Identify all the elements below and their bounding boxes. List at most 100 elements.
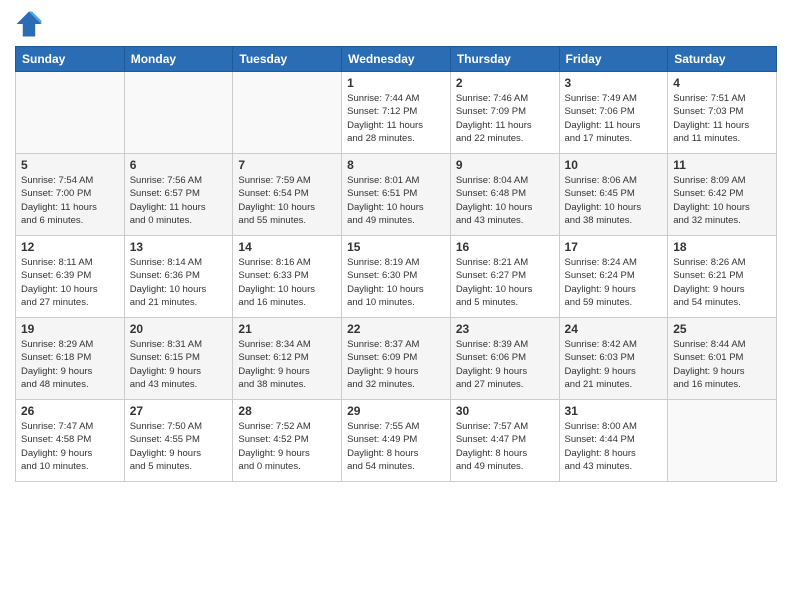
calendar-cell: 22 Sunrise: 8:37 AM Sunset: 6:09 PM Dayli… [342,318,451,400]
day-number: 9 [456,158,554,172]
day-info: Sunrise: 7:49 AM Sunset: 7:06 PM Dayligh… [565,92,663,145]
day-info: Sunrise: 8:04 AM Sunset: 6:48 PM Dayligh… [456,174,554,227]
day-number: 2 [456,76,554,90]
day-info: Sunrise: 8:34 AM Sunset: 6:12 PM Dayligh… [238,338,336,391]
calendar-cell: 3Sunrise: 7:49 AM Sunset: 7:06 PM Daylig… [559,72,668,154]
day-info: Sunrise: 8:26 AM Sunset: 6:21 PM Dayligh… [673,256,771,309]
calendar-cell: 6 Sunrise: 7:56 AM Sunset: 6:57 PM Daylig… [124,154,233,236]
weekday-header-sunday: Sunday [16,47,125,72]
calendar-cell: 11 Sunrise: 8:09 AM Sunset: 6:42 PM Dayli… [668,154,777,236]
day-number: 11 [673,158,771,172]
calendar-cell: 29 Sunrise: 7:55 AM Sunset: 4:49 PM Dayli… [342,400,451,482]
calendar-cell: 28 Sunrise: 7:52 AM Sunset: 4:52 PM Dayli… [233,400,342,482]
calendar-cell: 20 Sunrise: 8:31 AM Sunset: 6:15 PM Dayli… [124,318,233,400]
day-info: Sunrise: 8:09 AM Sunset: 6:42 PM Dayligh… [673,174,771,227]
day-number: 14 [238,240,336,254]
day-number: 15 [347,240,445,254]
calendar-cell: 18 Sunrise: 8:26 AM Sunset: 6:21 PM Dayli… [668,236,777,318]
day-number: 30 [456,404,554,418]
calendar-cell: 1 Sunrise: 7:44 AM Sunset: 7:12 PM Daylig… [342,72,451,154]
calendar-cell: 23 Sunrise: 8:39 AM Sunset: 6:06 PM Dayli… [450,318,559,400]
day-number: 17 [565,240,663,254]
day-number: 10 [565,158,663,172]
day-info: Sunrise: 7:51 AM Sunset: 7:03 PM Dayligh… [673,92,771,145]
day-number: 26 [21,404,119,418]
calendar-cell: 21 Sunrise: 8:34 AM Sunset: 6:12 PM Dayli… [233,318,342,400]
calendar-cell [233,72,342,154]
calendar-cell: 17 Sunrise: 8:24 AM Sunset: 6:24 PM Dayli… [559,236,668,318]
calendar-cell: 26 Sunrise: 7:47 AM Sunset: 4:58 PM Dayli… [16,400,125,482]
day-number: 20 [130,322,228,336]
day-number: 12 [21,240,119,254]
day-number: 24 [565,322,663,336]
day-number: 23 [456,322,554,336]
page: SundayMondayTuesdayWednesdayThursdayFrid… [0,0,792,612]
day-info: Sunrise: 7:47 AM Sunset: 4:58 PM Dayligh… [21,420,119,473]
day-number: 7 [238,158,336,172]
calendar-cell: 14 Sunrise: 8:16 AM Sunset: 6:33 PM Dayli… [233,236,342,318]
day-info: Sunrise: 7:55 AM Sunset: 4:49 PM Dayligh… [347,420,445,473]
calendar-cell: 4 Sunrise: 7:51 AM Sunset: 7:03 PM Daylig… [668,72,777,154]
day-info: Sunrise: 8:39 AM Sunset: 6:06 PM Dayligh… [456,338,554,391]
calendar-cell: 30 Sunrise: 7:57 AM Sunset: 4:47 PM Dayli… [450,400,559,482]
day-number: 6 [130,158,228,172]
weekday-header-wednesday: Wednesday [342,47,451,72]
week-row-4: 19 Sunrise: 8:29 AM Sunset: 6:18 PM Dayli… [16,318,777,400]
weekday-header-saturday: Saturday [668,47,777,72]
calendar: SundayMondayTuesdayWednesdayThursdayFrid… [15,46,777,482]
calendar-cell: 13 Sunrise: 8:14 AM Sunset: 6:36 PM Dayli… [124,236,233,318]
calendar-cell: 16 Sunrise: 8:21 AM Sunset: 6:27 PM Dayli… [450,236,559,318]
day-info: Sunrise: 8:37 AM Sunset: 6:09 PM Dayligh… [347,338,445,391]
day-number: 16 [456,240,554,254]
calendar-cell [668,400,777,482]
calendar-cell: 5Sunrise: 7:54 AM Sunset: 7:00 PM Daylig… [16,154,125,236]
day-number: 21 [238,322,336,336]
day-number: 1 [347,76,445,90]
day-info: Sunrise: 7:56 AM Sunset: 6:57 PM Dayligh… [130,174,228,227]
day-info: Sunrise: 7:57 AM Sunset: 4:47 PM Dayligh… [456,420,554,473]
day-info: Sunrise: 7:44 AM Sunset: 7:12 PM Dayligh… [347,92,445,145]
day-info: Sunrise: 8:00 AM Sunset: 4:44 PM Dayligh… [565,420,663,473]
calendar-cell [124,72,233,154]
logo [15,10,47,38]
day-info: Sunrise: 8:21 AM Sunset: 6:27 PM Dayligh… [456,256,554,309]
week-row-1: 1 Sunrise: 7:44 AM Sunset: 7:12 PM Daylig… [16,72,777,154]
day-number: 13 [130,240,228,254]
weekday-header-monday: Monday [124,47,233,72]
calendar-cell: 7 Sunrise: 7:59 AM Sunset: 6:54 PM Daylig… [233,154,342,236]
calendar-cell: 25 Sunrise: 8:44 AM Sunset: 6:01 PM Dayli… [668,318,777,400]
weekday-header-tuesday: Tuesday [233,47,342,72]
day-info: Sunrise: 8:42 AM Sunset: 6:03 PM Dayligh… [565,338,663,391]
day-number: 31 [565,404,663,418]
calendar-cell: 12 Sunrise: 8:11 AM Sunset: 6:39 PM Dayli… [16,236,125,318]
day-info: Sunrise: 8:19 AM Sunset: 6:30 PM Dayligh… [347,256,445,309]
day-info: Sunrise: 8:16 AM Sunset: 6:33 PM Dayligh… [238,256,336,309]
day-number: 27 [130,404,228,418]
day-info: Sunrise: 8:11 AM Sunset: 6:39 PM Dayligh… [21,256,119,309]
day-number: 4 [673,76,771,90]
week-row-2: 5Sunrise: 7:54 AM Sunset: 7:00 PM Daylig… [16,154,777,236]
day-number: 25 [673,322,771,336]
day-info: Sunrise: 7:52 AM Sunset: 4:52 PM Dayligh… [238,420,336,473]
day-number: 28 [238,404,336,418]
weekday-header-thursday: Thursday [450,47,559,72]
day-info: Sunrise: 8:01 AM Sunset: 6:51 PM Dayligh… [347,174,445,227]
day-info: Sunrise: 8:44 AM Sunset: 6:01 PM Dayligh… [673,338,771,391]
weekday-header-row: SundayMondayTuesdayWednesdayThursdayFrid… [16,47,777,72]
day-number: 18 [673,240,771,254]
day-info: Sunrise: 8:06 AM Sunset: 6:45 PM Dayligh… [565,174,663,227]
day-info: Sunrise: 8:14 AM Sunset: 6:36 PM Dayligh… [130,256,228,309]
week-row-3: 12 Sunrise: 8:11 AM Sunset: 6:39 PM Dayli… [16,236,777,318]
day-number: 29 [347,404,445,418]
header [15,10,777,38]
day-info: Sunrise: 7:59 AM Sunset: 6:54 PM Dayligh… [238,174,336,227]
day-number: 19 [21,322,119,336]
day-number: 5 [21,158,119,172]
day-info: Sunrise: 7:50 AM Sunset: 4:55 PM Dayligh… [130,420,228,473]
logo-icon [15,10,43,38]
day-info: Sunrise: 8:29 AM Sunset: 6:18 PM Dayligh… [21,338,119,391]
day-number: 22 [347,322,445,336]
calendar-cell: 2Sunrise: 7:46 AM Sunset: 7:09 PM Daylig… [450,72,559,154]
day-info: Sunrise: 8:24 AM Sunset: 6:24 PM Dayligh… [565,256,663,309]
day-info: Sunrise: 8:31 AM Sunset: 6:15 PM Dayligh… [130,338,228,391]
